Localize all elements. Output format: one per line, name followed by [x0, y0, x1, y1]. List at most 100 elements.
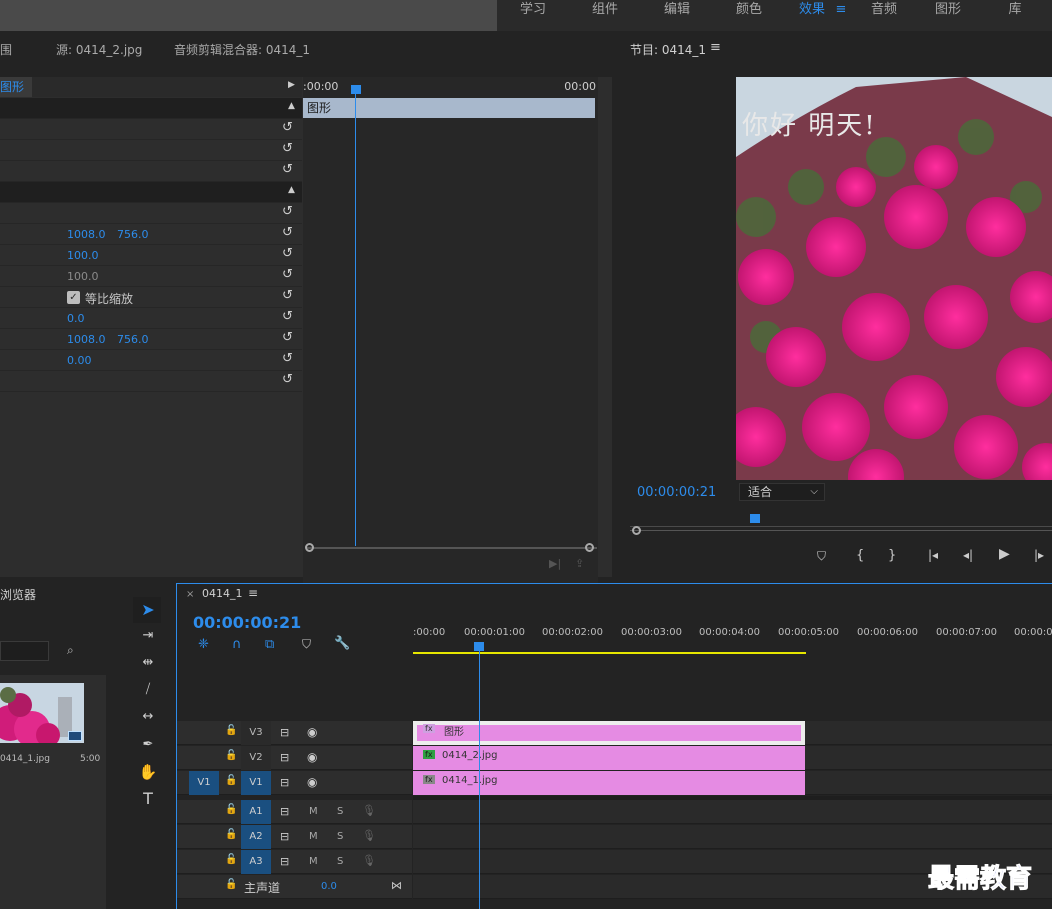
eye-icon[interactable]: ◉ [307, 750, 317, 764]
zoom-scrollbar[interactable] [307, 547, 597, 555]
track-target-v2[interactable]: V2 [241, 746, 271, 770]
tab-effect-controls[interactable]: 围 [0, 41, 12, 58]
work-area-bar[interactable] [413, 652, 806, 654]
tab-audio-clip-mixer[interactable]: 音频剪辑混合器: 0414_1 [174, 41, 310, 58]
add-marker-icon[interactable]: ⛉ [817, 549, 826, 564]
snap-magnet-icon[interactable]: ∩ [232, 637, 242, 652]
reset-icon[interactable]: ↺ [282, 330, 293, 345]
track-select-tool-icon[interactable]: ⇥ [136, 625, 160, 647]
program-playhead[interactable] [750, 514, 760, 523]
slip-tool-icon[interactable]: ↔ [136, 706, 160, 728]
go-to-in-icon[interactable]: |◂ [928, 548, 938, 562]
play-triangle-icon[interactable]: ▶ [288, 80, 295, 90]
search-folder-icon[interactable]: ⌕ [67, 643, 74, 658]
reset-icon[interactable]: ↺ [282, 120, 293, 135]
lock-icon[interactable]: 🔓 [225, 829, 237, 840]
type-tool-icon[interactable]: T [136, 788, 160, 810]
tab-source[interactable]: 源: 0414_2.jpg [56, 41, 142, 58]
track-lane-v1[interactable]: fx 0414_1.jpg [413, 771, 1052, 795]
nest-icon[interactable]: ❈ [198, 637, 209, 652]
track-lane-a1[interactable] [413, 800, 1052, 824]
hand-tool-icon[interactable]: ✋ [136, 761, 160, 783]
mini-clip[interactable]: 图形 [303, 98, 595, 118]
timeline-timecode[interactable]: 00:00:00:21 [193, 613, 301, 632]
reset-icon[interactable]: ↺ [282, 288, 293, 303]
flicker-value[interactable]: 0.00 [67, 354, 92, 367]
uniform-scale-checkbox[interactable]: ✓ [67, 291, 80, 304]
reset-icon[interactable]: ↺ [282, 246, 293, 261]
anchor-x-value[interactable]: 1008.0 [67, 333, 106, 346]
workspace-tab-libraries[interactable]: 库 [985, 0, 1045, 22]
sync-lock-icon[interactable]: ⊟ [280, 805, 289, 818]
track-target-a3[interactable]: A3 [241, 850, 271, 874]
position-x-value[interactable]: 1008.0 [67, 228, 106, 241]
reset-icon[interactable]: ↺ [282, 351, 293, 366]
playhead-handle[interactable] [351, 85, 361, 94]
reset-icon[interactable]: ↺ [282, 309, 293, 324]
scale-value[interactable]: 100.0 [67, 249, 99, 262]
reset-icon[interactable]: ↺ [282, 162, 293, 177]
reset-icon[interactable]: ↺ [282, 204, 293, 219]
effect-group-header[interactable]: ▲ [0, 98, 302, 119]
track-lane-v3[interactable]: fx 图形 [413, 721, 1052, 745]
sync-lock-icon[interactable]: ⊟ [280, 855, 289, 868]
pen-tool-icon[interactable]: ✒ [136, 734, 160, 756]
source-patch-v1[interactable]: V1 [189, 771, 219, 795]
track-target-a2[interactable]: A2 [241, 825, 271, 849]
step-forward-icon[interactable]: |▸ [1034, 548, 1044, 562]
clip-0414-1[interactable]: fx 0414_1.jpg [413, 771, 805, 795]
clip-name[interactable]: 图形 [0, 77, 32, 97]
panel-menu-icon[interactable]: ≡ [248, 586, 258, 600]
sync-lock-icon[interactable]: ⊟ [280, 830, 289, 843]
workspace-tab-editing[interactable]: 编辑 [641, 0, 713, 22]
mute-button[interactable]: M [309, 856, 318, 867]
mute-button[interactable]: M [309, 806, 318, 817]
media-browser-title[interactable]: 浏览器 [0, 586, 36, 603]
zoom-handle-left[interactable] [305, 543, 314, 552]
eye-icon[interactable]: ◉ [307, 725, 317, 739]
microphone-icon[interactable]: 🎙 [362, 804, 376, 817]
panel-menu-icon[interactable]: ≡ [710, 40, 721, 55]
go-to-end-icon[interactable]: ⋈ [391, 879, 402, 892]
sync-lock-icon[interactable]: ⊟ [280, 726, 289, 739]
workspace-tab-learn[interactable]: 学习 [497, 0, 569, 22]
position-y-value[interactable]: 756.0 [117, 228, 149, 241]
overlay-title-text[interactable]: 你好 明天! [742, 105, 877, 142]
workspace-tab-effects[interactable]: 效果 [785, 0, 825, 22]
reset-icon[interactable]: ↺ [282, 225, 293, 240]
program-timecode[interactable]: 00:00:00:21 [637, 485, 716, 500]
sync-lock-icon[interactable]: ⊟ [280, 751, 289, 764]
close-icon[interactable]: × [186, 589, 194, 600]
sync-lock-icon[interactable]: ⊟ [280, 776, 289, 789]
linked-selection-icon[interactable]: ⧉ [265, 637, 274, 652]
effect-group-header[interactable]: ▲ [0, 182, 302, 203]
mark-in-icon[interactable]: { [856, 548, 864, 563]
play-icon[interactable]: ▶ [999, 546, 1010, 562]
program-zoom-bar[interactable] [630, 530, 1052, 531]
fit-dropdown[interactable]: 适合 ⌵ [739, 483, 825, 501]
reset-icon[interactable]: ↺ [282, 372, 293, 387]
solo-button[interactable]: S [337, 856, 343, 867]
razor-tool-icon[interactable]: ⧸ [136, 679, 160, 701]
ripple-edit-tool-icon[interactable]: ⇹ [136, 652, 160, 674]
program-video-frame[interactable]: 你好 明天! [736, 77, 1052, 480]
lock-icon[interactable]: 🔓 [225, 879, 237, 890]
microphone-icon[interactable]: 🎙 [362, 854, 376, 867]
microphone-icon[interactable]: 🎙 [362, 829, 376, 842]
reset-icon[interactable]: ↺ [282, 267, 293, 282]
thumbnail-0414-1[interactable] [0, 683, 84, 743]
master-volume-value[interactable]: 0.0 [321, 881, 337, 892]
collapse-up-icon[interactable]: ▲ [288, 185, 295, 195]
wrench-icon[interactable]: 🔧 [334, 636, 350, 651]
add-marker-icon[interactable]: ⛉ [302, 637, 311, 652]
lock-icon[interactable]: 🔓 [225, 725, 237, 736]
mute-button[interactable]: M [309, 831, 318, 842]
program-monitor-title[interactable]: 节目: 0414_1 [630, 41, 706, 58]
lock-icon[interactable]: 🔓 [225, 804, 237, 815]
reset-icon[interactable]: ↺ [282, 141, 293, 156]
track-lane-v2[interactable]: fx 0414_2.jpg [413, 746, 1052, 770]
step-back-icon[interactable]: ◂| [963, 548, 973, 562]
eye-icon[interactable]: ◉ [307, 775, 317, 789]
workspace-tab-audio[interactable]: 音频 [857, 0, 911, 22]
track-target-v3[interactable]: V3 [241, 721, 271, 745]
